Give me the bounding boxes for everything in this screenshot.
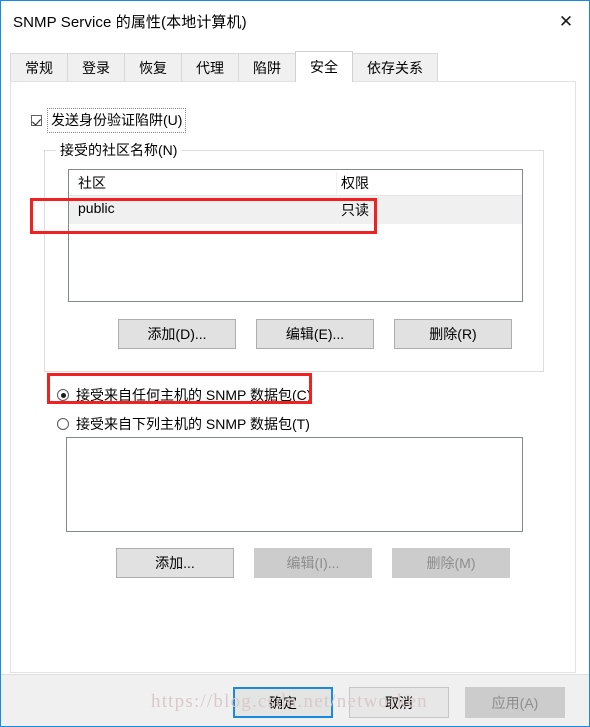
host-add-button[interactable]: 添加...	[116, 548, 234, 578]
column-header-permission[interactable]: 权限	[341, 173, 369, 193]
button-label: 编辑(E)...	[285, 326, 345, 342]
host-edit-button: 编辑(I)...	[254, 548, 372, 578]
tab-label: 登录	[82, 60, 110, 76]
close-button[interactable]: ✕	[543, 1, 589, 43]
tab-label: 依存关系	[367, 60, 423, 76]
tab-traps[interactable]: 陷阱	[238, 53, 296, 82]
accept-listed-hosts-label: 接受来自下列主机的 SNMP 数据包(T)	[76, 416, 310, 432]
tab-strip: 常规 登录 恢复 代理 陷阱 安全 依存关系	[1, 44, 589, 82]
button-label: 添加...	[155, 555, 195, 571]
community-add-button[interactable]: 添加(D)...	[118, 319, 236, 349]
security-tab-panel: 发送身份验证陷阱(U) 接受的社区名称(N) 社区 权限 public 只读 添…	[10, 81, 576, 673]
send-auth-trap-label: 发送身份验证陷阱(U)	[47, 108, 187, 133]
button-label: 删除(R)	[429, 326, 477, 342]
column-divider	[336, 172, 337, 194]
cell-community: public	[78, 200, 115, 216]
community-list[interactable]: 社区 权限 public 只读	[68, 169, 523, 302]
button-label: 应用(A)	[491, 694, 539, 711]
radio-unselected-icon	[57, 418, 69, 430]
button-label: 添加(D)...	[147, 326, 207, 342]
tab-recovery[interactable]: 恢复	[124, 53, 182, 82]
tab-security[interactable]: 安全	[295, 51, 353, 82]
community-edit-button[interactable]: 编辑(E)...	[256, 319, 374, 349]
community-delete-button[interactable]: 删除(R)	[394, 319, 512, 349]
accept-any-host-radio[interactable]: 接受来自任何主机的 SNMP 数据包(C)	[57, 385, 311, 405]
tab-general[interactable]: 常规	[10, 53, 68, 82]
table-row[interactable]: public 只读	[69, 196, 522, 224]
tab-label: 常规	[25, 60, 53, 76]
community-list-header: 社区 权限	[69, 170, 522, 196]
button-label: 取消	[385, 694, 413, 711]
community-buttons: 添加(D)... 编辑(E)... 删除(R)	[68, 319, 523, 349]
close-icon: ✕	[558, 11, 574, 32]
snmp-properties-dialog: SNMP Service 的属性(本地计算机) ✕ 常规 登录 恢复 代理 陷阱…	[0, 0, 590, 727]
group-legend: 接受的社区名称(N)	[56, 140, 183, 160]
accepted-community-names-group: 接受的社区名称(N) 社区 权限 public 只读 添加(D)... 编辑(E…	[44, 140, 544, 372]
tab-label: 陷阱	[253, 60, 281, 76]
dialog-footer: 确定 取消 应用(A)	[1, 674, 589, 726]
tab-agent[interactable]: 代理	[181, 53, 239, 82]
button-label: 删除(M)	[426, 555, 476, 571]
button-label: 确定	[269, 694, 297, 711]
host-buttons: 添加... 编辑(I)... 删除(M)	[66, 548, 523, 578]
tab-label: 恢复	[139, 60, 167, 76]
ok-button[interactable]: 确定	[233, 687, 333, 718]
tab-label: 安全	[310, 59, 338, 75]
tab-dependencies[interactable]: 依存关系	[352, 53, 438, 82]
column-header-community[interactable]: 社区	[78, 173, 106, 193]
host-delete-button: 删除(M)	[392, 548, 510, 578]
cancel-button[interactable]: 取消	[349, 687, 449, 718]
window-title: SNMP Service 的属性(本地计算机)	[13, 14, 247, 31]
checkbox-check-icon	[31, 115, 42, 126]
tab-logon[interactable]: 登录	[67, 53, 125, 82]
title-bar: SNMP Service 的属性(本地计算机) ✕	[1, 1, 589, 44]
cell-permission: 只读	[341, 202, 369, 218]
apply-button: 应用(A)	[465, 687, 565, 718]
host-list[interactable]	[66, 437, 523, 532]
accept-any-host-label: 接受来自任何主机的 SNMP 数据包(C)	[76, 387, 312, 403]
accept-listed-hosts-radio[interactable]: 接受来自下列主机的 SNMP 数据包(T)	[57, 414, 310, 434]
radio-selected-icon	[57, 389, 69, 401]
send-auth-trap-checkbox[interactable]: 发送身份验证陷阱(U)	[31, 108, 187, 133]
button-label: 编辑(I)...	[286, 555, 340, 571]
tab-label: 代理	[196, 60, 224, 76]
